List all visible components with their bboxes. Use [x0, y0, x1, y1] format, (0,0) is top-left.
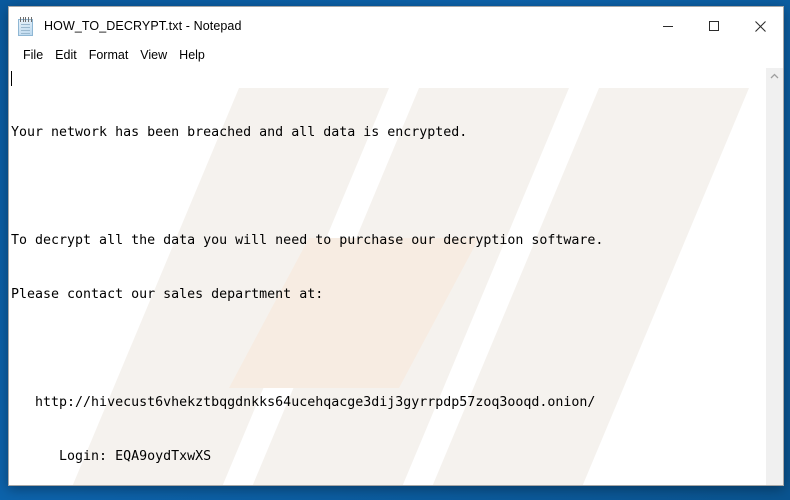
- menu-item-view[interactable]: View: [134, 47, 173, 65]
- document-line-sales-url: http://hivecust6vhekztbqgdnkks64ucehqacg…: [11, 395, 596, 410]
- document-text[interactable]: Your network has been breached and all d…: [9, 68, 765, 485]
- scrollbar-thumb[interactable]: [766, 85, 783, 485]
- maximize-button[interactable]: [691, 7, 737, 45]
- menu-bar: File Edit Format View Help: [9, 45, 783, 67]
- notepad-icon: [18, 16, 35, 36]
- menu-item-file[interactable]: File: [17, 47, 49, 65]
- title-bar[interactable]: HOW_TO_DECRYPT.txt - Notepad: [9, 7, 783, 45]
- document-line: [11, 178, 765, 196]
- document-line-login: Login: EQA9oydTxwXS: [11, 449, 212, 464]
- vertical-scrollbar[interactable]: [765, 68, 783, 485]
- document-line: Please contact our sales department at:: [11, 287, 324, 302]
- menu-item-format[interactable]: Format: [83, 47, 135, 65]
- text-caret: [11, 71, 12, 86]
- menu-item-help[interactable]: Help: [173, 47, 211, 65]
- minimize-button[interactable]: [645, 7, 691, 45]
- notepad-window: HOW_TO_DECRYPT.txt - Notepad File Edit F…: [8, 6, 784, 486]
- window-title: HOW_TO_DECRYPT.txt - Notepad: [44, 19, 242, 33]
- editor-area: Your network has been breached and all d…: [9, 67, 783, 485]
- scroll-up-arrow[interactable]: [766, 68, 783, 85]
- title-bar-left: HOW_TO_DECRYPT.txt - Notepad: [9, 16, 645, 36]
- document-line: Your network has been breached and all d…: [11, 125, 468, 140]
- window-controls: [645, 7, 783, 45]
- menu-item-edit[interactable]: Edit: [49, 47, 83, 65]
- close-button[interactable]: [737, 7, 783, 45]
- desktop-background: HOW_TO_DECRYPT.txt - Notepad File Edit F…: [0, 0, 790, 500]
- document-line: To decrypt all the data you will need to…: [11, 233, 604, 248]
- document-line: [11, 340, 765, 358]
- text-editor[interactable]: Your network has been breached and all d…: [9, 68, 765, 485]
